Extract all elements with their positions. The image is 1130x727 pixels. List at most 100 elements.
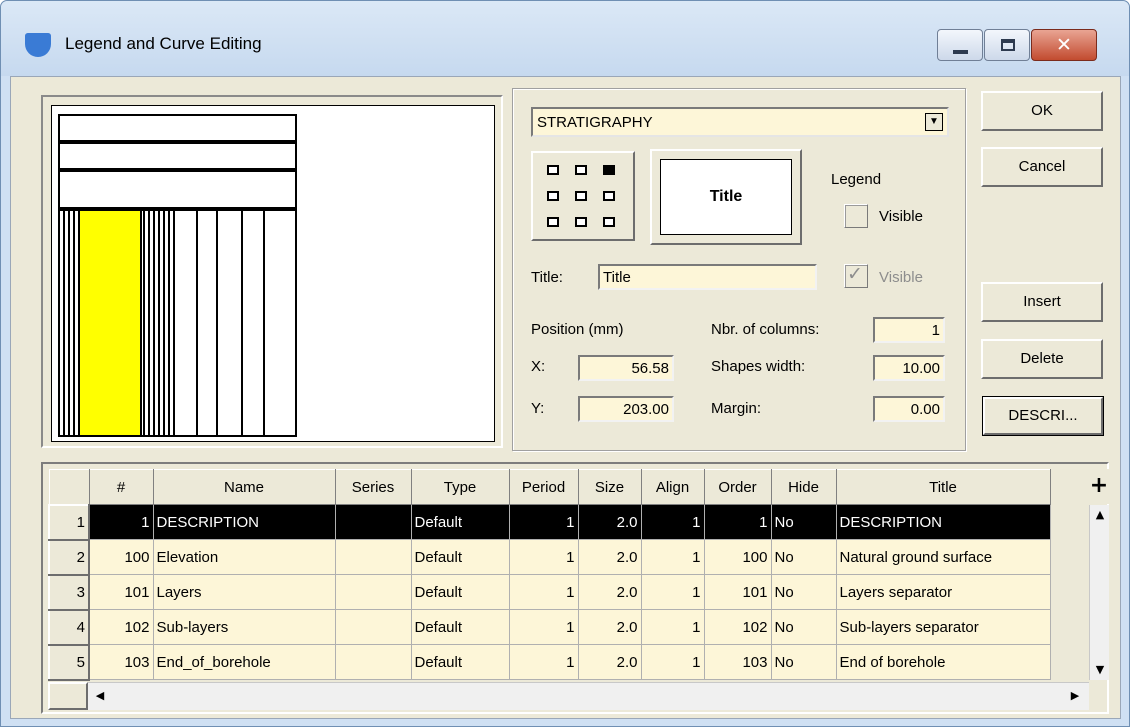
- cell-hide[interactable]: No: [770, 574, 837, 610]
- cell-align[interactable]: 1: [640, 574, 705, 610]
- chevron-down-icon[interactable]: ▼: [925, 113, 943, 131]
- horizontal-scrollbar[interactable]: ◀ ▶: [88, 682, 1089, 710]
- cell-hide[interactable]: No: [770, 504, 837, 540]
- cell-series[interactable]: [334, 504, 412, 540]
- row-number[interactable]: 5: [48, 643, 90, 681]
- cell-size[interactable]: 2.0: [577, 574, 642, 610]
- column-header-title[interactable]: Title: [835, 469, 1051, 505]
- cell-size[interactable]: 2.0: [577, 644, 642, 680]
- cell-series[interactable]: [334, 609, 412, 645]
- cell-type[interactable]: Default: [410, 609, 510, 645]
- scroll-right-icon[interactable]: ▶: [1065, 686, 1085, 706]
- position-bottom-center[interactable]: [575, 217, 587, 227]
- cell-order[interactable]: 101: [703, 574, 772, 610]
- cell-align[interactable]: 1: [640, 504, 705, 540]
- maximize-button[interactable]: [984, 29, 1030, 61]
- cell-period[interactable]: 1: [508, 539, 579, 575]
- curve-select[interactable]: STRATIGRAPHY ▼: [531, 107, 949, 137]
- cell-align[interactable]: 1: [640, 644, 705, 680]
- column-header-period[interactable]: Period: [508, 469, 579, 505]
- cell-period[interactable]: 1: [508, 504, 579, 540]
- cell-order[interactable]: 102: [703, 609, 772, 645]
- table-row[interactable]: 2 100 Elevation Default 1 2.0 1 100 No N…: [48, 538, 1051, 576]
- cell-order[interactable]: 103: [703, 644, 772, 680]
- position-top-center[interactable]: [575, 165, 587, 175]
- cell-hide[interactable]: No: [770, 644, 837, 680]
- cell-title[interactable]: Sub-layers separator: [835, 609, 1051, 645]
- x-input[interactable]: 56.58: [578, 355, 674, 381]
- cell-number[interactable]: 100: [88, 539, 154, 575]
- cell-hide[interactable]: No: [770, 609, 837, 645]
- column-header-series[interactable]: Series: [334, 469, 412, 505]
- title-input[interactable]: Title: [598, 264, 817, 290]
- row-number[interactable]: 3: [48, 573, 90, 611]
- cell-order[interactable]: 1: [703, 504, 772, 540]
- cell-hide[interactable]: No: [770, 539, 837, 575]
- cell-name[interactable]: End_of_borehole: [152, 644, 336, 680]
- table-row[interactable]: 4 102 Sub-layers Default 1 2.0 1 102 No …: [48, 608, 1051, 646]
- cell-period[interactable]: 1: [508, 609, 579, 645]
- cell-align[interactable]: 1: [640, 539, 705, 575]
- margin-input[interactable]: 0.00: [873, 396, 945, 422]
- cell-series[interactable]: [334, 644, 412, 680]
- cell-title[interactable]: Natural ground surface: [835, 539, 1051, 575]
- cell-type[interactable]: Default: [410, 504, 510, 540]
- y-input[interactable]: 203.00: [578, 396, 674, 422]
- position-top-left[interactable]: [547, 165, 559, 175]
- cell-number[interactable]: 103: [88, 644, 154, 680]
- cell-series[interactable]: [334, 574, 412, 610]
- scroll-down-icon[interactable]: ▼: [1090, 660, 1110, 680]
- delete-button[interactable]: Delete: [981, 339, 1103, 379]
- table-row[interactable]: 3 101 Layers Default 1 2.0 1 101 No Laye…: [48, 573, 1051, 611]
- shapes-width-input[interactable]: 10.00: [873, 355, 945, 381]
- title-bar[interactable]: Legend and Curve Editing ✕: [1, 1, 1129, 76]
- column-header-size[interactable]: Size: [577, 469, 642, 505]
- cell-number[interactable]: 101: [88, 574, 154, 610]
- vertical-scrollbar[interactable]: ▲ ▼: [1089, 505, 1109, 680]
- row-number[interactable]: 1: [48, 503, 90, 541]
- column-header-align[interactable]: Align: [640, 469, 705, 505]
- column-header-number[interactable]: #: [88, 469, 154, 505]
- cell-title[interactable]: DESCRIPTION: [835, 504, 1051, 540]
- column-header-order[interactable]: Order: [703, 469, 772, 505]
- cell-size[interactable]: 2.0: [577, 504, 642, 540]
- ok-button[interactable]: OK: [981, 91, 1103, 131]
- row-number[interactable]: 4: [48, 608, 90, 646]
- column-header-hide[interactable]: Hide: [770, 469, 837, 505]
- cell-align[interactable]: 1: [640, 609, 705, 645]
- position-top-right[interactable]: [603, 165, 615, 175]
- minimize-button[interactable]: [937, 29, 983, 61]
- scroll-left-icon[interactable]: ◀: [90, 686, 110, 706]
- row-number[interactable]: 2: [48, 538, 90, 576]
- cell-name[interactable]: Elevation: [152, 539, 336, 575]
- descri-button[interactable]: DESCRI...: [983, 397, 1103, 435]
- title-style-button[interactable]: Title: [650, 149, 802, 245]
- legend-visible-checkbox[interactable]: [844, 204, 868, 228]
- position-middle-left[interactable]: [547, 191, 559, 201]
- cell-type[interactable]: Default: [410, 539, 510, 575]
- cell-number[interactable]: 1: [88, 504, 154, 540]
- cell-name[interactable]: Layers: [152, 574, 336, 610]
- table-row[interactable]: 5 103 End_of_borehole Default 1 2.0 1 10…: [48, 643, 1051, 681]
- cell-period[interactable]: 1: [508, 574, 579, 610]
- cell-title[interactable]: End of borehole: [835, 644, 1051, 680]
- add-column-button[interactable]: +: [1089, 469, 1109, 504]
- legend-position-selector[interactable]: [531, 151, 635, 241]
- position-middle-right[interactable]: [603, 191, 615, 201]
- cell-name[interactable]: DESCRIPTION: [152, 504, 336, 540]
- position-bottom-left[interactable]: [547, 217, 559, 227]
- column-header-name[interactable]: Name: [152, 469, 336, 505]
- cell-number[interactable]: 102: [88, 609, 154, 645]
- cell-size[interactable]: 2.0: [577, 539, 642, 575]
- close-button[interactable]: ✕: [1031, 29, 1097, 61]
- position-bottom-right[interactable]: [603, 217, 615, 227]
- cell-type[interactable]: Default: [410, 644, 510, 680]
- cell-period[interactable]: 1: [508, 644, 579, 680]
- cancel-button[interactable]: Cancel: [981, 147, 1103, 187]
- columns-input[interactable]: 1: [873, 317, 945, 343]
- cell-size[interactable]: 2.0: [577, 609, 642, 645]
- cell-order[interactable]: 100: [703, 539, 772, 575]
- title-visible-checkbox[interactable]: ✓: [844, 263, 868, 288]
- scroll-up-icon[interactable]: ▲: [1090, 505, 1110, 525]
- table-row[interactable]: 1 1 DESCRIPTION Default 1 2.0 1 1 No DES…: [48, 503, 1051, 541]
